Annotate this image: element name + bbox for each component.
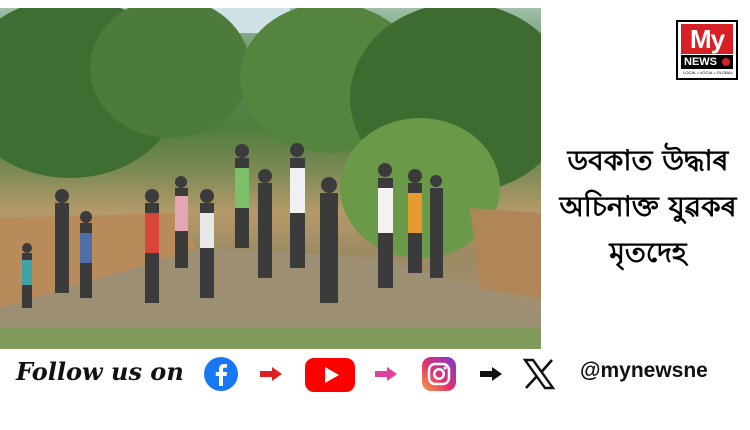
logo-brand-bottom: NEWS (684, 56, 717, 68)
instagram-icon[interactable] (422, 357, 456, 391)
headline-line-3: মৃতদেহ (609, 236, 687, 269)
x-icon[interactable] (522, 357, 556, 391)
social-handle[interactable]: @mynewsne (580, 359, 708, 383)
headline: ডবকাত উদ্ধাৰ অচিনাক্ত যুৱকৰ মৃতদেহ (548, 138, 748, 276)
arrow-right-icon (375, 367, 397, 381)
logo-tagline: LOCAL • VOCAL • GLOBAL (683, 70, 733, 75)
facebook-icon[interactable] (204, 357, 238, 391)
headline-line-2: অচিনাক্ত যুৱকৰ (559, 190, 737, 223)
arrow-right-icon (260, 367, 282, 381)
social-footer: Follow us on @mynewsne (0, 349, 750, 430)
logo-dot-icon (722, 58, 730, 66)
logo-brand-top: My (681, 24, 733, 54)
photo-illustration (0, 8, 541, 349)
arrow-right-icon (480, 367, 502, 381)
mynews-logo: My NEWS LOCAL • VOCAL • GLOBAL (676, 20, 738, 80)
youtube-icon[interactable] (305, 358, 355, 392)
headline-line-1: ডবকাত উদ্ধাৰ (567, 144, 729, 177)
news-photo (0, 8, 541, 349)
follow-us-text: Follow us on (16, 357, 184, 386)
